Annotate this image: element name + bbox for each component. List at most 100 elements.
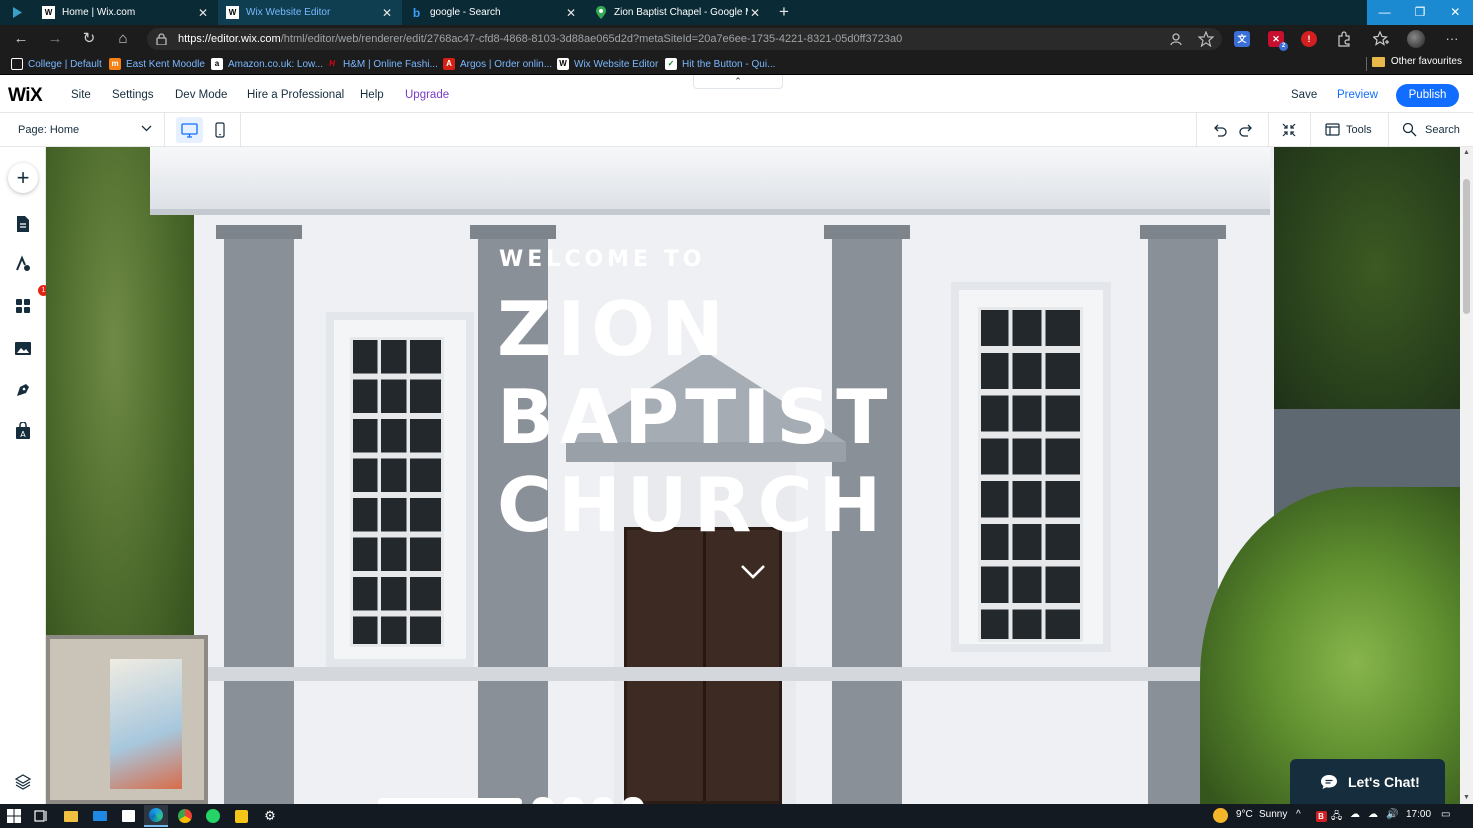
forward-arrow-icon[interactable]: → [46, 30, 64, 48]
clock-time[interactable]: 17:00 [1406, 809, 1431, 820]
app-yellow-icon[interactable] [233, 808, 249, 824]
desktop-view-button[interactable] [176, 117, 203, 143]
social-icon[interactable] [622, 797, 644, 804]
bookmark-moodle[interactable]: m East Kent Moodle [109, 56, 205, 72]
zoom-out-icon[interactable] [1281, 122, 1297, 138]
close-tab-icon[interactable]: ✕ [564, 6, 578, 20]
close-tab-icon[interactable]: ✕ [748, 6, 762, 20]
file-explorer-icon[interactable] [63, 808, 79, 824]
scroll-up-arrow-icon[interactable]: ▲ [1460, 147, 1473, 159]
collapse-toolbar-handle[interactable]: ⌃ [693, 75, 783, 89]
profile-avatar[interactable] [1407, 30, 1425, 48]
menu-dev-mode[interactable]: Dev Mode [175, 89, 227, 101]
tab-home-wix[interactable]: W Home | Wix.com ✕ [34, 0, 218, 25]
page-selector[interactable]: Page: Home [18, 124, 79, 136]
bookmark-amazon[interactable]: a Amazon.co.uk: Low... [211, 56, 323, 72]
search-button[interactable]: Search [1425, 124, 1460, 136]
blog-button[interactable] [8, 375, 38, 405]
close-tab-icon[interactable]: ✕ [196, 6, 210, 20]
hero-title[interactable]: ZION BAPTIST CHURCH [497, 285, 893, 549]
bookmark-argos[interactable]: A Argos | Order onlin... [443, 56, 552, 72]
wix-logo[interactable]: WiX [8, 85, 43, 107]
save-button[interactable]: Save [1291, 89, 1317, 101]
onedrive-icon[interactable]: ☁ [1350, 809, 1360, 820]
tab-google-search[interactable]: b google - Search ✕ [402, 0, 586, 25]
back-arrow-icon[interactable]: ← [12, 30, 30, 48]
bookmark-hit-the-button[interactable]: ✓ Hit the Button - Qui... [665, 56, 775, 72]
network-icon[interactable]: 🖧 [1331, 809, 1342, 826]
close-window-icon[interactable]: ✕ [1438, 0, 1473, 25]
social-icon[interactable] [532, 797, 554, 804]
edge-logo-icon [149, 808, 163, 822]
weather-sun-icon[interactable] [1213, 808, 1228, 823]
media-button[interactable] [8, 333, 38, 363]
scroll-down-chevron-icon[interactable] [739, 561, 767, 581]
app-market-button[interactable]: 1 [8, 285, 49, 321]
media-play-icon[interactable] [8, 4, 26, 21]
menu-upgrade[interactable]: Upgrade [405, 89, 449, 101]
restore-icon[interactable]: ❐ [1402, 0, 1437, 25]
social-icon[interactable] [592, 797, 614, 804]
extensions-icon[interactable] [1336, 31, 1352, 47]
chevron-down-icon[interactable] [141, 123, 152, 134]
menu-help[interactable]: Help [360, 89, 384, 101]
task-view-icon[interactable] [33, 808, 49, 824]
edge-browser-icon[interactable] [144, 805, 168, 827]
tab-wix-editor[interactable]: W Wix Website Editor ✕ [218, 0, 402, 25]
read-aloud-icon[interactable] [1170, 31, 1186, 47]
store-button[interactable]: A [8, 416, 38, 446]
other-favourites[interactable]: Other favourites [1371, 56, 1462, 67]
refresh-icon[interactable]: ↻ [80, 30, 98, 48]
add-elements-button[interactable]: + [8, 163, 38, 193]
scroll-down-arrow-icon[interactable]: ▼ [1460, 792, 1473, 804]
store-app-icon[interactable] [120, 808, 136, 824]
notifications-icon[interactable]: ▭ [1441, 809, 1450, 820]
bookmark-college[interactable]: College | Default [11, 56, 102, 72]
address-bar[interactable]: https://editor.wix.com/html/editor/web/r… [147, 28, 1222, 50]
bookmark-wix-editor[interactable]: W Wix Website Editor [557, 56, 658, 72]
redo-icon[interactable] [1238, 122, 1254, 138]
undo-icon[interactable] [1212, 122, 1228, 138]
more-menu-icon[interactable]: ··· [1443, 30, 1461, 48]
preview-button[interactable]: Preview [1337, 89, 1378, 101]
volume-icon[interactable]: 🔊 [1386, 809, 1398, 820]
hero-welcome-text[interactable]: WELCOME TO [499, 247, 705, 272]
adblock-extension-icon[interactable]: ✕ 2 [1268, 31, 1288, 51]
cloud-icon[interactable]: ☁ [1368, 809, 1378, 820]
search-icon[interactable] [1402, 122, 1417, 137]
menu-site[interactable]: Site [71, 89, 91, 101]
mail-icon[interactable] [92, 808, 108, 824]
divider [164, 113, 165, 147]
menu-hire-professional[interactable]: Hire a Professional [247, 89, 344, 101]
site-design-button[interactable] [8, 249, 38, 279]
scrollbar-thumb[interactable] [1463, 179, 1470, 314]
favourite-star-icon[interactable] [1198, 31, 1214, 47]
publish-button[interactable]: Publish [1396, 84, 1459, 107]
tray-app-icon[interactable]: B [1313, 808, 1329, 824]
layers-button[interactable] [8, 767, 38, 797]
whatsapp-icon[interactable] [205, 808, 221, 824]
lock-icon [156, 33, 167, 45]
social-icon[interactable] [562, 797, 584, 804]
tools-button[interactable]: Tools [1346, 124, 1372, 136]
translator-extension-icon[interactable]: 文 [1234, 31, 1250, 47]
bookmark-hm[interactable]: H H&M | Online Fashi... [326, 56, 438, 72]
minimize-icon[interactable]: — [1367, 0, 1402, 25]
mobile-view-icon[interactable] [213, 122, 227, 138]
home-icon[interactable]: ⌂ [114, 30, 132, 48]
windows-start-icon[interactable] [6, 808, 22, 824]
pages-button[interactable] [8, 209, 38, 239]
new-tab-button[interactable]: + [775, 2, 793, 22]
menu-settings[interactable]: Settings [112, 89, 154, 101]
canvas-scrollbar[interactable]: ▲ ▼ [1460, 147, 1473, 804]
tab-zion-maps[interactable]: Zion Baptist Chapel - Google M... ✕ [586, 0, 770, 25]
chat-button[interactable]: Let's Chat! [1290, 759, 1445, 804]
tray-chevron-up-icon[interactable]: ^ [1296, 809, 1301, 820]
tools-icon[interactable] [1325, 122, 1340, 137]
chrome-icon[interactable] [177, 808, 193, 824]
settings-gear-icon[interactable]: ⚙ [262, 808, 278, 824]
editor-canvas[interactable]: WELCOME TO ZION BAPTIST CHURCH Let's Cha… [46, 147, 1460, 804]
shield-extension-icon[interactable]: ! [1301, 31, 1317, 47]
favourites-icon[interactable] [1373, 31, 1389, 47]
close-tab-icon[interactable]: ✕ [380, 6, 394, 20]
